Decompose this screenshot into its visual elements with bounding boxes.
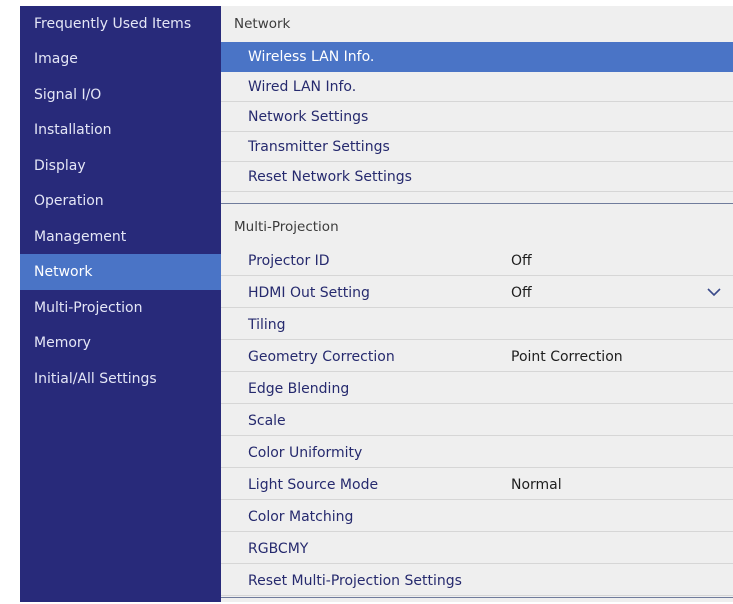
menu-item-projector-id[interactable]: Projector ID Off <box>221 246 733 276</box>
sidebar-menu: Frequently Used Items Image Signal I/O I… <box>20 6 221 602</box>
sidebar-item-multi-projection[interactable]: Multi-Projection <box>20 290 221 326</box>
menu-item-scale[interactable]: Scale <box>221 406 733 436</box>
sidebar-item-initial-all-settings[interactable]: Initial/All Settings <box>20 361 221 397</box>
menu-item-label: Network Settings <box>248 109 369 125</box>
section-header-network: Network <box>221 6 733 42</box>
menu-item-label: Reset Multi-Projection Settings <box>248 573 462 589</box>
menu-item-color-uniformity[interactable]: Color Uniformity <box>221 438 733 468</box>
sidebar-item-frequently-used-items[interactable]: Frequently Used Items <box>20 6 221 42</box>
menu-item-label: Scale <box>248 413 286 429</box>
menu-item-value: Normal <box>511 477 562 493</box>
sidebar-item-management[interactable]: Management <box>20 219 221 255</box>
menu-item-label: Tiling <box>248 317 286 333</box>
menu-item-light-source-mode[interactable]: Light Source Mode Normal <box>221 470 733 500</box>
menu-item-network-settings[interactable]: Network Settings <box>221 102 733 132</box>
menu-item-geometry-correction[interactable]: Geometry Correction Point Correction <box>221 342 733 372</box>
menu-item-label: RGBCMY <box>248 541 309 557</box>
sidebar-item-display[interactable]: Display <box>20 148 221 184</box>
sidebar-item-installation[interactable]: Installation <box>20 112 221 148</box>
menu-item-color-matching[interactable]: Color Matching <box>221 502 733 532</box>
sidebar-item-operation[interactable]: Operation <box>20 183 221 219</box>
menu-item-transmitter-settings[interactable]: Transmitter Settings <box>221 132 733 162</box>
sidebar-item-network[interactable]: Network <box>20 254 221 290</box>
menu-item-label: Projector ID <box>248 253 330 269</box>
section-divider <box>221 597 733 598</box>
menu-item-wireless-lan-info[interactable]: Wireless LAN Info. <box>221 42 733 72</box>
menu-item-edge-blending[interactable]: Edge Blending <box>221 374 733 404</box>
menu-item-label: Reset Network Settings <box>248 169 412 185</box>
menu-item-rgbcmy[interactable]: RGBCMY <box>221 534 733 564</box>
menu-item-label: Geometry Correction <box>248 349 395 365</box>
menu-item-reset-network-settings[interactable]: Reset Network Settings <box>221 162 733 192</box>
chevron-down-icon[interactable] <box>707 287 721 297</box>
menu-item-label: HDMI Out Setting <box>248 285 370 301</box>
menu-item-label: Color Matching <box>248 509 354 525</box>
projector-menu: Frequently Used Items Image Signal I/O I… <box>20 6 733 602</box>
menu-item-label: Wireless LAN Info. <box>248 49 375 65</box>
menu-item-reset-multi-projection-settings[interactable]: Reset Multi-Projection Settings <box>221 566 733 596</box>
sidebar-item-signal-io[interactable]: Signal I/O <box>20 77 221 113</box>
menu-item-label: Edge Blending <box>248 381 350 397</box>
menu-item-tiling[interactable]: Tiling <box>221 310 733 340</box>
menu-item-label: Color Uniformity <box>248 445 363 461</box>
menu-item-label: Light Source Mode <box>248 477 379 493</box>
menu-item-value: Off <box>511 253 532 269</box>
menu-item-wired-lan-info[interactable]: Wired LAN Info. <box>221 72 733 102</box>
menu-item-hdmi-out-setting[interactable]: HDMI Out Setting Off <box>221 278 733 308</box>
sidebar-item-memory[interactable]: Memory <box>20 325 221 361</box>
menu-item-value: Off <box>511 285 532 301</box>
menu-item-label: Transmitter Settings <box>248 139 390 155</box>
menu-item-value: Point Correction <box>511 349 623 365</box>
section-header-multi-projection: Multi-Projection <box>221 209 733 245</box>
sidebar-item-image[interactable]: Image <box>20 41 221 77</box>
settings-panel: Network Wireless LAN Info. Wired LAN Inf… <box>221 6 733 602</box>
section-divider <box>221 203 733 204</box>
menu-item-label: Wired LAN Info. <box>248 79 357 95</box>
